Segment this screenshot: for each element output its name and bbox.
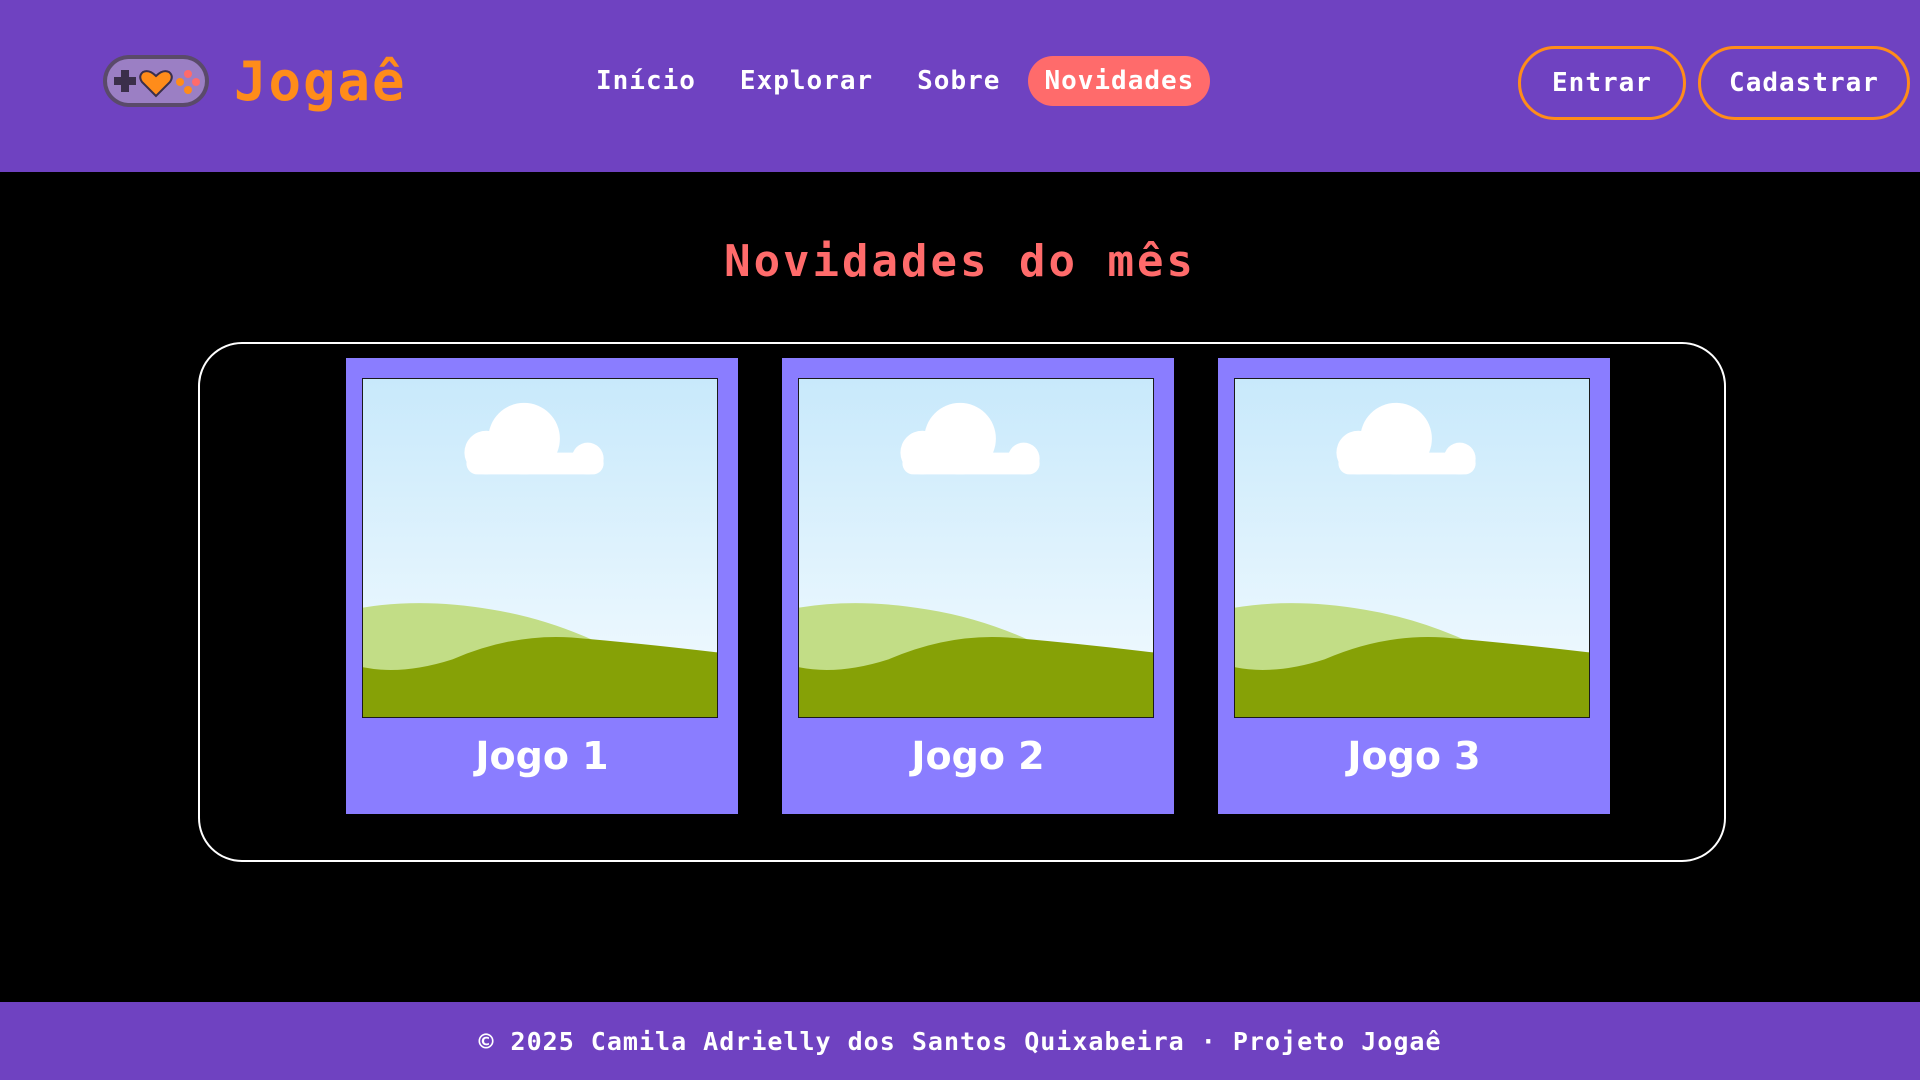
news-carousel: Jogo 1 Jogo 2 Jogo 3 xyxy=(198,342,1726,862)
auth-buttons: Entrar Cadastrar xyxy=(1518,46,1910,120)
brand-logo[interactable]: Jogaê xyxy=(100,49,407,113)
footer-text: © 2025 Camila Adrielly dos Santos Quixab… xyxy=(478,1026,1442,1056)
game-title: Jogo 2 xyxy=(911,734,1045,778)
page: Jogaê Início Explorar Sobre Novidades En… xyxy=(0,0,1920,1080)
game-card-1[interactable]: Jogo 1 xyxy=(346,358,738,814)
nav-item-novidades[interactable]: Novidades xyxy=(1028,56,1211,106)
gamepad-heart-icon xyxy=(103,55,209,107)
page-footer: © 2025 Camila Adrielly dos Santos Quixab… xyxy=(0,1002,1920,1080)
game-image xyxy=(362,378,718,718)
landscape-placeholder-icon xyxy=(363,379,717,717)
game-title: Jogo 1 xyxy=(475,734,609,778)
game-card-2[interactable]: Jogo 2 xyxy=(782,358,1174,814)
nav-item-explorar[interactable]: Explorar xyxy=(724,56,889,106)
nav-item-sobre[interactable]: Sobre xyxy=(901,56,1016,106)
brand-name: Jogaê xyxy=(234,49,407,113)
game-image xyxy=(1234,378,1590,718)
landscape-placeholder-icon xyxy=(1235,379,1589,717)
page-title: Novidades do mês xyxy=(724,236,1196,287)
game-card-3[interactable]: Jogo 3 xyxy=(1218,358,1610,814)
signup-button[interactable]: Cadastrar xyxy=(1698,46,1910,120)
login-button[interactable]: Entrar xyxy=(1518,46,1686,120)
nav-item-inicio[interactable]: Início xyxy=(580,56,712,106)
top-header: Jogaê Início Explorar Sobre Novidades En… xyxy=(0,0,1920,172)
landscape-placeholder-icon xyxy=(799,379,1153,717)
game-title: Jogo 3 xyxy=(1347,734,1481,778)
game-image xyxy=(798,378,1154,718)
main-nav: Início Explorar Sobre Novidades xyxy=(580,56,1211,106)
